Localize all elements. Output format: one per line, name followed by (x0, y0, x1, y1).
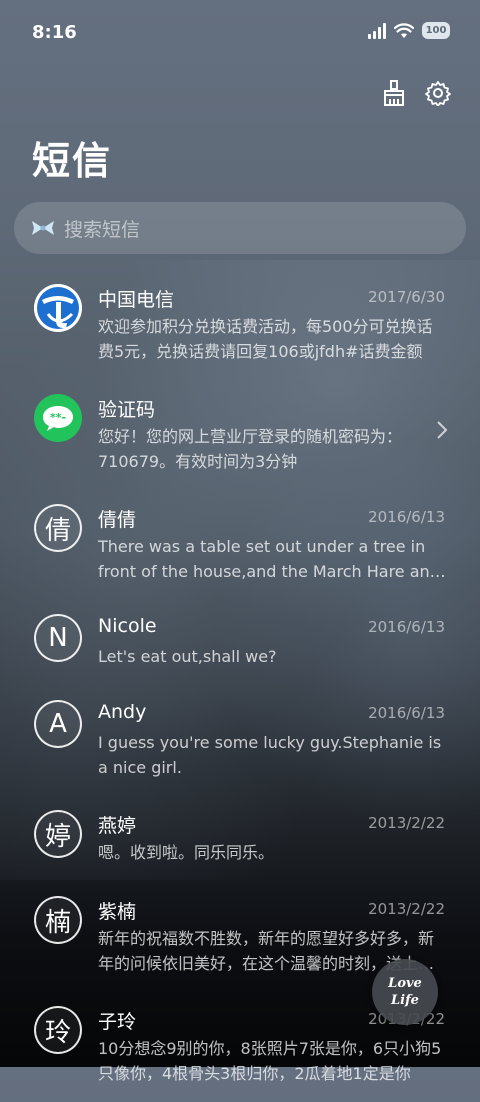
top-actions (380, 78, 452, 108)
message-date: 2016/6/13 (368, 704, 445, 722)
chevron-right-icon (437, 421, 448, 439)
message-date: 2016/6/13 (368, 618, 445, 636)
avatar (34, 284, 82, 332)
message-preview: 嗯。收到啦。同乐同乐。 (98, 843, 275, 862)
list-item[interactable]: **- 验证码 您好！您的网上营业厅登录的随机密码为：710679。有效时间为3… (0, 380, 480, 490)
list-item[interactable]: 倩 倩倩 2016/6/13 There was a table set out… (0, 490, 480, 600)
list-item[interactable]: N Nicole 2016/6/13 Let's eat out,shall w… (0, 600, 480, 686)
battery-icon: 100 (422, 22, 450, 39)
contact-name: 紫楠 (98, 901, 137, 923)
message-date: 2017/6/30 (368, 288, 445, 306)
fab-line2: Life (391, 993, 419, 1008)
contact-name: Nicole (98, 615, 157, 637)
message-preview: Let's eat out,shall we? (98, 647, 277, 666)
list-item[interactable]: 婷 燕婷 2013/2/22 嗯。收到啦。同乐同乐。 (0, 796, 480, 882)
contact-name: Andy (98, 701, 147, 723)
love-life-fab[interactable]: Love Life (372, 959, 438, 1025)
status-icons: 100 (368, 22, 450, 39)
message-preview: There was a table set out under a tree i… (98, 537, 440, 581)
message-preview: I guess you're some lucky guy.Stephanie … (98, 733, 442, 777)
message-preview: 您好！您的网上营业厅登录的随机密码为：710679。有效时间为3分钟 (98, 427, 403, 471)
search-icon (30, 215, 56, 241)
message-date: 2013/2/22 (368, 900, 445, 918)
search-input[interactable]: 搜索短信 (64, 215, 140, 242)
status-time: 8:16 (32, 22, 77, 43)
clean-button[interactable] (380, 78, 408, 108)
list-item[interactable]: 中国电信 2017/6/30 欢迎参加积分兑换话费活动，每500分可兑换话费5元… (0, 270, 480, 380)
search-bar[interactable]: 搜索短信 (14, 202, 466, 254)
contact-name: 倩倩 (98, 509, 137, 531)
contact-name: 子玲 (98, 1011, 137, 1033)
avatar: 玲 (34, 1006, 82, 1054)
message-preview: 10分想念9别的你，8张照片7张是你，6只小狗5只像你，4根骨头3根归你，2瓜着… (98, 1039, 442, 1083)
avatar: 倩 (34, 504, 82, 552)
message-bubble-icon: **- (43, 406, 73, 431)
broom-icon (384, 80, 404, 106)
avatar: **- (34, 394, 82, 442)
message-date: 2013/2/22 (368, 814, 445, 832)
list-item[interactable]: A Andy 2016/6/13 I guess you're some luc… (0, 686, 480, 796)
settings-button[interactable] (424, 78, 452, 108)
page-title: 短信 (32, 139, 113, 183)
avatar: A (34, 700, 82, 748)
avatar: 婷 (34, 810, 82, 858)
message-preview: 欢迎参加积分兑换话费活动，每500分可兑换话费5元，兑换话费请回复106或jfd… (98, 317, 433, 361)
avatar: 楠 (34, 896, 82, 944)
contact-name: 验证码 (98, 399, 156, 421)
message-date: 2016/6/13 (368, 508, 445, 526)
avatar: N (34, 614, 82, 662)
signal-icon (368, 22, 386, 39)
contact-name: 燕婷 (98, 815, 137, 837)
svg-text:**-: **- (50, 411, 66, 424)
fab-line1: Love (388, 976, 422, 991)
contact-name: 中国电信 (98, 289, 175, 311)
gear-icon (425, 81, 451, 106)
wifi-icon (394, 22, 414, 38)
status-bar: 8:16 100 (0, 0, 480, 66)
telecom-logo-icon (34, 284, 82, 332)
